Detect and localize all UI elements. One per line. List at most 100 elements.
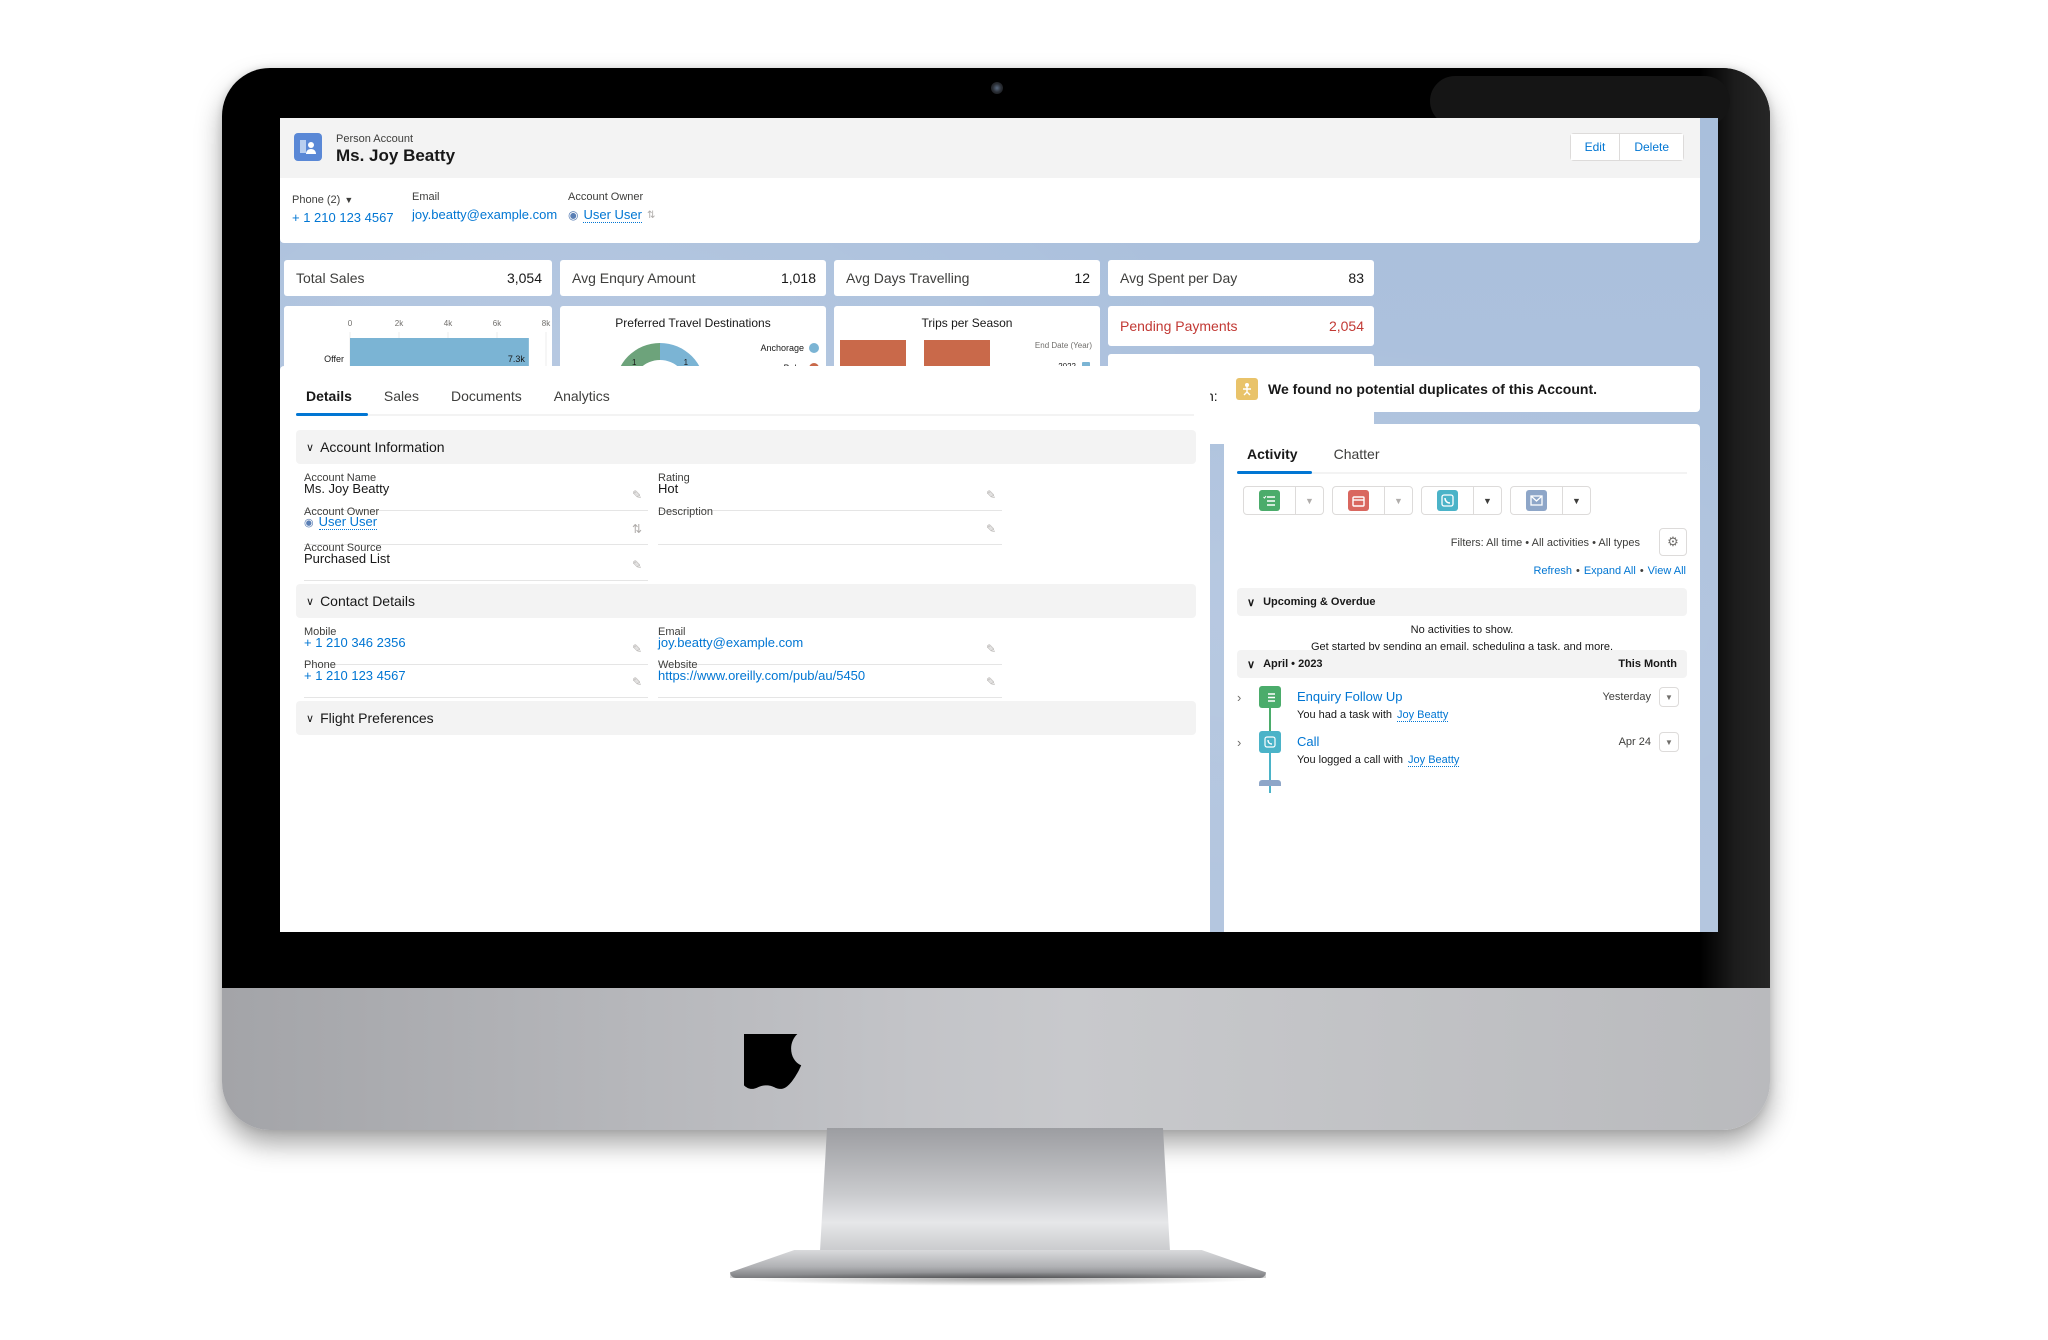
- this-month-badge: This Month: [1618, 658, 1677, 670]
- pencil-icon[interactable]: ✎: [986, 675, 996, 689]
- contact-link[interactable]: Joy Beatty: [1408, 754, 1460, 767]
- pencil-icon[interactable]: ✎: [986, 522, 996, 536]
- kpi-title: Avg Enqury Amount: [572, 270, 696, 286]
- new-task-button[interactable]: [1244, 487, 1295, 514]
- upcoming-overdue-header[interactable]: ∨ Upcoming & Overdue: [1237, 588, 1687, 616]
- change-owner-icon[interactable]: ⇅: [647, 210, 655, 221]
- section-title: Upcoming & Overdue: [1263, 596, 1376, 608]
- kpi-total-sales: Total Sales 3,054: [284, 260, 552, 296]
- phone-label: Phone (2): [292, 194, 341, 206]
- pencil-icon[interactable]: ✎: [632, 558, 642, 572]
- email-icon: [1526, 490, 1547, 511]
- edit-button[interactable]: Edit: [1570, 134, 1620, 160]
- item-menu-button[interactable]: ▼: [1659, 687, 1679, 707]
- data-label: 7.3k: [508, 354, 526, 364]
- timeline-subtitle-text: You had a task with: [1297, 709, 1392, 721]
- highlight-email: Email joy.beatty@example.com: [412, 191, 557, 222]
- person-account-icon: [294, 133, 322, 161]
- task-icon: [1259, 490, 1280, 511]
- pencil-icon[interactable]: ✎: [986, 642, 996, 656]
- chevron-right-icon[interactable]: ›: [1237, 735, 1241, 750]
- field-value: Ms. Joy Beatty: [304, 480, 390, 496]
- send-email-button[interactable]: [1511, 487, 1562, 514]
- tab-activity[interactable]: Activity: [1237, 438, 1312, 474]
- kpi-pending-payments: Pending Payments 2,054: [1108, 306, 1374, 346]
- gear-icon[interactable]: ⚙: [1659, 528, 1687, 556]
- owner-link[interactable]: User User: [583, 207, 642, 223]
- field-website: Website https://www.oreilly.com/pub/au/5…: [658, 659, 1002, 698]
- month-header[interactable]: ∨ April • 2023 This Month: [1237, 650, 1687, 678]
- duplicates-notice: We found no potential duplicates of this…: [1224, 366, 1700, 412]
- chevron-down-icon[interactable]: ▼: [1473, 487, 1501, 514]
- record-header: Person Account Ms. Joy Beatty Edit Delet…: [280, 118, 1700, 243]
- x-tick-label: 2k: [395, 319, 404, 328]
- stand-shadow: [740, 1272, 1260, 1286]
- pencil-icon[interactable]: ✎: [632, 675, 642, 689]
- field-label: Description: [658, 506, 714, 518]
- section-title: Account Information: [320, 439, 445, 455]
- section-account-information[interactable]: ∨ Account Information: [296, 430, 1196, 464]
- activity-tabs: Activity Chatter: [1237, 438, 1687, 474]
- timeline-title-link[interactable]: Enquiry Follow Up: [1297, 689, 1403, 704]
- refresh-link[interactable]: Refresh: [1533, 565, 1572, 577]
- empty-line-1: No activities to show.: [1410, 624, 1514, 636]
- screen: Person Account Ms. Joy Beatty Edit Delet…: [280, 118, 1718, 932]
- log-call-button[interactable]: [1422, 487, 1473, 514]
- section-flight-preferences[interactable]: ∨ Flight Preferences: [296, 701, 1196, 735]
- chevron-down-icon[interactable]: ▼: [344, 195, 353, 205]
- item-menu-button[interactable]: ▼: [1659, 732, 1679, 752]
- tab-chatter[interactable]: Chatter: [1320, 438, 1394, 472]
- new-event-button[interactable]: [1333, 487, 1384, 514]
- chevron-down-icon[interactable]: ▼: [1295, 487, 1323, 514]
- chevron-down-icon[interactable]: ▼: [1384, 487, 1412, 514]
- send-email-action: ▼: [1510, 486, 1591, 515]
- mobile-link[interactable]: + 1 210 346 2356: [304, 635, 406, 650]
- duplicate-icon: [1236, 378, 1258, 400]
- kpi-value: 2,054: [1328, 318, 1364, 334]
- pencil-icon[interactable]: ✎: [632, 488, 642, 502]
- chevron-down-icon[interactable]: ▼: [1562, 487, 1590, 514]
- chevron-down-icon: ∨: [306, 595, 315, 608]
- delete-button[interactable]: Delete: [1619, 134, 1683, 160]
- kpi-value: 1,018: [780, 270, 816, 286]
- highlight-phone: Phone (2) ▼ + 1 210 123 4567: [292, 194, 394, 225]
- pencil-icon[interactable]: ✎: [986, 488, 996, 502]
- kpi-value: 3,054: [506, 270, 542, 286]
- tab-analytics[interactable]: Analytics: [538, 380, 626, 414]
- kpi-title: Avg Days Travelling: [846, 270, 970, 286]
- duplicates-message: We found no potential duplicates of this…: [1268, 381, 1597, 397]
- task-icon: [1259, 686, 1281, 708]
- phone-link[interactable]: + 1 210 123 4567: [292, 210, 394, 225]
- section-title: Flight Preferences: [320, 710, 434, 726]
- x-tick-label: 4k: [444, 319, 453, 328]
- activity-filters: Filters: All time • All activities • All…: [1450, 537, 1640, 549]
- record-type-label: Person Account: [336, 133, 414, 145]
- chevron-right-icon[interactable]: ›: [1237, 690, 1241, 705]
- pencil-icon[interactable]: ✎: [632, 642, 642, 656]
- phone-link[interactable]: + 1 210 123 4567: [304, 668, 406, 683]
- change-owner-icon[interactable]: ⇅: [632, 522, 642, 536]
- field-account-owner: Account Owner ◉ User User ⇅: [304, 506, 648, 545]
- kpi-value: 12: [1074, 270, 1090, 286]
- activity-panel: Activity Chatter ▼ ▼ ▼ ▼ Filters: All ti…: [1224, 424, 1700, 932]
- contact-link[interactable]: Joy Beatty: [1397, 709, 1449, 722]
- timeline-title-link[interactable]: Call: [1297, 734, 1319, 749]
- owner-link[interactable]: User User: [318, 514, 378, 530]
- email-icon: [1259, 780, 1281, 786]
- view-all-link[interactable]: View All: [1648, 565, 1686, 577]
- legend-swatch: [809, 343, 819, 353]
- tab-details[interactable]: Details: [296, 380, 368, 416]
- chevron-down-icon: ∨: [306, 441, 315, 454]
- log-call-action: ▼: [1421, 486, 1502, 515]
- tab-sales[interactable]: Sales: [368, 380, 435, 414]
- section-contact-details[interactable]: ∨ Contact Details: [296, 584, 1196, 618]
- email-link[interactable]: joy.beatty@example.com: [412, 207, 557, 222]
- expand-all-link[interactable]: Expand All: [1584, 565, 1636, 577]
- email-link[interactable]: joy.beatty@example.com: [658, 635, 803, 650]
- tab-documents[interactable]: Documents: [435, 380, 538, 414]
- kpi-avg-spent-per-day: Avg Spent per Day 83: [1108, 260, 1374, 296]
- new-event-action: ▼: [1332, 486, 1413, 515]
- website-link[interactable]: https://www.oreilly.com/pub/au/5450: [658, 668, 865, 683]
- new-task-action: ▼: [1243, 486, 1324, 515]
- timeline-date: Yesterday: [1602, 691, 1651, 703]
